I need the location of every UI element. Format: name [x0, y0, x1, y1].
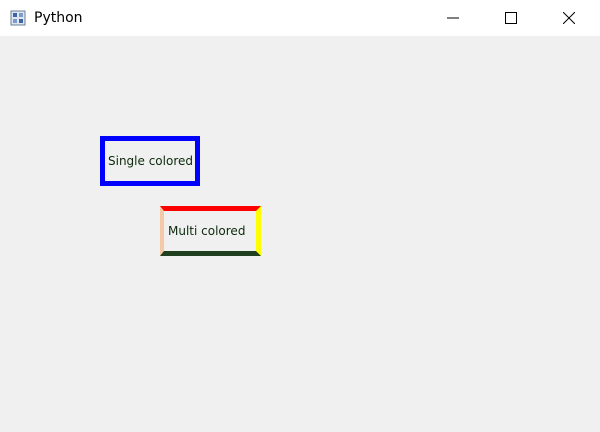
python-app-icon	[10, 10, 26, 26]
client-area: Single colored Multi colored	[0, 36, 600, 432]
window-title: Python	[34, 10, 83, 26]
close-icon	[563, 12, 575, 24]
maximize-icon	[505, 12, 517, 24]
minimize-button[interactable]	[430, 0, 476, 36]
app-window: Python Single colored Multi colored	[0, 0, 600, 432]
maximize-button[interactable]	[488, 0, 534, 36]
title-bar[interactable]: Python	[0, 0, 600, 36]
single-colored-label: Single colored	[100, 136, 200, 186]
close-button[interactable]	[546, 0, 592, 36]
minimize-icon	[447, 17, 459, 19]
multi-colored-label: Multi colored	[160, 206, 261, 256]
